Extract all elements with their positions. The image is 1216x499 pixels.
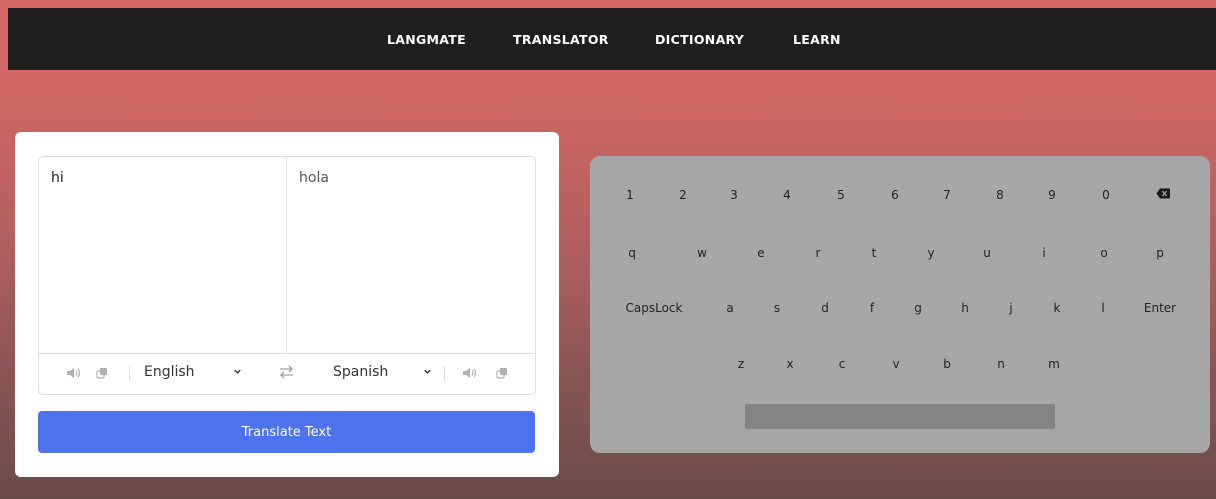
key-x[interactable]: x <box>786 357 793 371</box>
key-1[interactable]: 1 <box>626 188 634 202</box>
key-d[interactable]: d <box>821 301 829 315</box>
key-q[interactable]: q <box>628 246 636 260</box>
key-y[interactable]: y <box>927 246 934 260</box>
swap-icon[interactable] <box>279 365 294 379</box>
key-8[interactable]: 8 <box>996 188 1004 202</box>
nav-learn[interactable]: LEARN <box>793 32 841 47</box>
key-v[interactable]: v <box>892 357 899 371</box>
nav-dictionary[interactable]: DICTIONARY <box>655 32 744 47</box>
source-chevron-down-icon[interactable] <box>233 367 242 376</box>
key-enter[interactable]: Enter <box>1144 301 1176 315</box>
spacebar[interactable] <box>745 404 1055 429</box>
key-b[interactable]: b <box>943 357 951 371</box>
key-3[interactable]: 3 <box>730 188 738 202</box>
virtual-keyboard: 1 2 3 4 5 6 7 8 9 0 q w e r t y u i o p … <box>590 156 1210 453</box>
key-g[interactable]: g <box>914 301 922 315</box>
translator-panel: hi hola English Spanish Translate Text <box>15 132 559 477</box>
source-text-input[interactable]: hi <box>39 157 287 353</box>
target-copy-icon[interactable] <box>496 367 508 379</box>
key-w[interactable]: w <box>697 246 707 260</box>
divider <box>129 366 130 381</box>
translation-box: hi hola English Spanish <box>38 156 536 395</box>
key-i[interactable]: i <box>1042 246 1045 260</box>
backspace-icon[interactable] <box>1156 188 1170 199</box>
key-0[interactable]: 0 <box>1102 188 1110 202</box>
key-k[interactable]: k <box>1054 301 1061 315</box>
key-t[interactable]: t <box>872 246 877 260</box>
key-e[interactable]: e <box>757 246 764 260</box>
key-a[interactable]: a <box>726 301 733 315</box>
key-c[interactable]: c <box>839 357 846 371</box>
nav-translator[interactable]: TRANSLATOR <box>513 32 609 47</box>
source-copy-icon[interactable] <box>96 367 108 379</box>
translate-button[interactable]: Translate Text <box>38 411 535 453</box>
key-2[interactable]: 2 <box>679 188 687 202</box>
key-u[interactable]: u <box>983 246 991 260</box>
divider <box>444 366 445 381</box>
language-controls: English Spanish <box>39 353 535 394</box>
key-n[interactable]: n <box>997 357 1005 371</box>
key-7[interactable]: 7 <box>943 188 951 202</box>
key-f[interactable]: f <box>870 301 874 315</box>
target-text-output[interactable]: hola <box>287 157 535 353</box>
key-l[interactable]: l <box>1101 301 1104 315</box>
key-4[interactable]: 4 <box>783 188 791 202</box>
key-5[interactable]: 5 <box>837 188 845 202</box>
key-9[interactable]: 9 <box>1048 188 1056 202</box>
target-speaker-icon[interactable] <box>462 367 476 379</box>
target-chevron-down-icon[interactable] <box>423 367 432 376</box>
key-6[interactable]: 6 <box>891 188 899 202</box>
source-speaker-icon[interactable] <box>66 367 80 379</box>
key-s[interactable]: s <box>774 301 780 315</box>
key-z[interactable]: z <box>738 357 744 371</box>
key-m[interactable]: m <box>1048 357 1060 371</box>
key-j[interactable]: j <box>1009 301 1012 315</box>
key-p[interactable]: p <box>1156 246 1164 260</box>
key-r[interactable]: r <box>816 246 821 260</box>
target-language-select[interactable]: Spanish <box>333 364 388 380</box>
key-capslock[interactable]: CapsLock <box>626 301 683 315</box>
source-language-select[interactable]: English <box>144 364 195 380</box>
nav-langmate[interactable]: LANGMATE <box>387 32 466 47</box>
key-h[interactable]: h <box>961 301 969 315</box>
top-nav: LANGMATE TRANSLATOR DICTIONARY LEARN <box>8 8 1216 70</box>
key-o[interactable]: o <box>1100 246 1107 260</box>
